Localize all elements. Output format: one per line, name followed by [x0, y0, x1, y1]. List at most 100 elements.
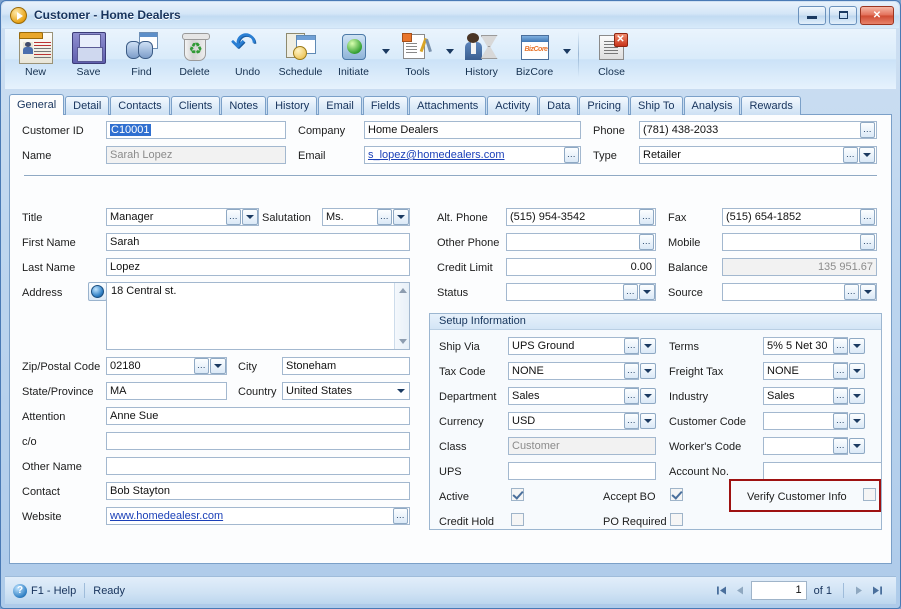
scroll-down-icon[interactable] [395, 334, 410, 349]
workers-code-ellipsis-button[interactable]: … [833, 438, 848, 454]
po-required-checkbox[interactable] [670, 513, 683, 526]
department-input[interactable]: Sales [508, 387, 639, 405]
toolbar-button-close[interactable]: ✕ Close [585, 29, 638, 87]
tab-analysis[interactable]: Analysis [683, 96, 741, 115]
zip-ellipsis-button[interactable]: … [194, 358, 209, 374]
credit-limit-input[interactable]: 0.00 [506, 258, 656, 276]
last-name-input[interactable]: Lopez [106, 258, 410, 276]
website-ellipsis-button[interactable]: … [393, 508, 408, 524]
customer-code-dropdown-button[interactable] [849, 413, 865, 429]
nav-next-icon[interactable] [850, 582, 867, 600]
freight-tax-ellipsis-button[interactable]: … [833, 363, 848, 379]
toolbar-button-save[interactable]: Save [62, 29, 115, 87]
email-input[interactable]: s_lopez@homedealers.com [364, 146, 581, 164]
freight-tax-dropdown-button[interactable] [849, 363, 865, 379]
salutation-dropdown-button[interactable] [393, 209, 409, 225]
nav-first-icon[interactable] [713, 582, 730, 600]
tab-contacts[interactable]: Contacts [110, 96, 170, 115]
tab-ship-to[interactable]: Ship To [630, 96, 683, 115]
currency-dropdown-button[interactable] [640, 413, 656, 429]
email-ellipsis-button[interactable]: … [564, 147, 579, 163]
nav-prev-icon[interactable] [732, 582, 749, 600]
tax-code-input[interactable]: NONE [508, 362, 639, 380]
type-input[interactable]: Retailer [639, 146, 877, 164]
tab-data[interactable]: Data [539, 96, 579, 115]
tab-rewards[interactable]: Rewards [741, 96, 801, 115]
credit-hold-checkbox[interactable] [511, 513, 524, 526]
first-name-input[interactable]: Sarah [106, 233, 410, 251]
name-input[interactable]: Sarah Lopez [106, 146, 286, 164]
tab-email[interactable]: Email [318, 96, 362, 115]
tools-dropdown-arrow[interactable] [444, 29, 455, 87]
toolbar-button-history[interactable]: History [455, 29, 508, 87]
account-no-input[interactable] [763, 462, 882, 480]
other-name-input[interactable] [106, 457, 410, 475]
initiate-dropdown-arrow[interactable] [380, 29, 391, 87]
phone-ellipsis-button[interactable]: … [860, 122, 875, 138]
website-input[interactable]: www.homedealesr.com [106, 507, 410, 525]
workers-code-dropdown-button[interactable] [849, 438, 865, 454]
alt-phone-ellipsis-button[interactable]: … [639, 209, 654, 225]
help-question-icon[interactable]: ? [13, 583, 27, 598]
type-ellipsis-button[interactable]: … [843, 147, 858, 163]
ship-via-ellipsis-button[interactable]: … [624, 338, 639, 354]
address-map-button[interactable] [88, 282, 107, 301]
zip-dropdown-button[interactable] [210, 358, 226, 374]
attention-input[interactable]: Anne Sue [106, 407, 410, 425]
tab-pricing[interactable]: Pricing [579, 96, 630, 115]
company-input[interactable]: Home Dealers [364, 121, 581, 139]
toolbar-button-initiate[interactable]: Initiate [327, 29, 380, 87]
status-dropdown-button[interactable] [639, 284, 655, 300]
mobile-input[interactable] [722, 233, 877, 251]
department-dropdown-button[interactable] [640, 388, 656, 404]
country-input[interactable]: United States [282, 382, 410, 400]
address-textarea[interactable]: 18 Central st. [106, 282, 410, 350]
source-dropdown-button[interactable] [860, 284, 876, 300]
state-input[interactable]: MA [106, 382, 227, 400]
tab-activity[interactable]: Activity [487, 96, 539, 115]
ship-via-dropdown-button[interactable] [640, 338, 656, 354]
title-ellipsis-button[interactable]: … [226, 209, 241, 225]
title-dropdown-button[interactable] [242, 209, 258, 225]
phone-input[interactable]: (781) 438-2033 [639, 121, 877, 139]
ups-input[interactable] [508, 462, 656, 480]
page-number-input[interactable]: 1 [750, 581, 807, 600]
scroll-up-icon[interactable] [395, 283, 410, 298]
active-checkbox[interactable] [511, 488, 524, 501]
tab-general[interactable]: General [9, 94, 65, 115]
verify-customer-info-checkbox[interactable] [863, 488, 876, 501]
tab-history[interactable]: History [267, 96, 318, 115]
alt-phone-input[interactable]: (515) 954-3542 [506, 208, 656, 226]
currency-ellipsis-button[interactable]: … [624, 413, 639, 429]
other-phone-input[interactable] [506, 233, 656, 251]
mobile-ellipsis-button[interactable]: … [860, 234, 875, 250]
currency-input[interactable]: USD [508, 412, 639, 430]
nav-last-icon[interactable] [869, 582, 886, 600]
city-input[interactable]: Stoneham [282, 357, 410, 375]
toolbar-button-bizcore[interactable]: BizCore BizCore [508, 29, 561, 87]
fax-ellipsis-button[interactable]: … [860, 209, 875, 225]
minimize-button[interactable] [798, 5, 826, 25]
toolbar-button-delete[interactable]: Delete [168, 29, 221, 87]
toolbar-button-schedule[interactable]: Schedule [274, 29, 327, 87]
salutation-ellipsis-button[interactable]: … [377, 209, 392, 225]
toolbar-button-undo[interactable]: Undo [221, 27, 274, 87]
tax-code-ellipsis-button[interactable]: … [624, 363, 639, 379]
customer-code-ellipsis-button[interactable]: … [833, 413, 848, 429]
tab-attachments[interactable]: Attachments [409, 96, 487, 115]
other-phone-ellipsis-button[interactable]: … [639, 234, 654, 250]
customer-id-input[interactable]: C10001 [106, 121, 286, 139]
toolbar-button-find[interactable]: Find [115, 29, 168, 87]
tab-notes[interactable]: Notes [221, 96, 267, 115]
terms-ellipsis-button[interactable]: … [833, 338, 848, 354]
help-label[interactable]: F1 - Help [31, 585, 76, 597]
source-ellipsis-button[interactable]: … [844, 284, 859, 300]
tax-code-dropdown-button[interactable] [640, 363, 656, 379]
toolbar-button-tools[interactable]: Tools [391, 29, 444, 87]
department-ellipsis-button[interactable]: … [624, 388, 639, 404]
contact-input[interactable]: Bob Stayton [106, 482, 410, 500]
fax-input[interactable]: (515) 654-1852 [722, 208, 877, 226]
type-dropdown-button[interactable] [859, 147, 875, 163]
tab-clients[interactable]: Clients [170, 96, 221, 115]
status-ellipsis-button[interactable]: … [623, 284, 638, 300]
